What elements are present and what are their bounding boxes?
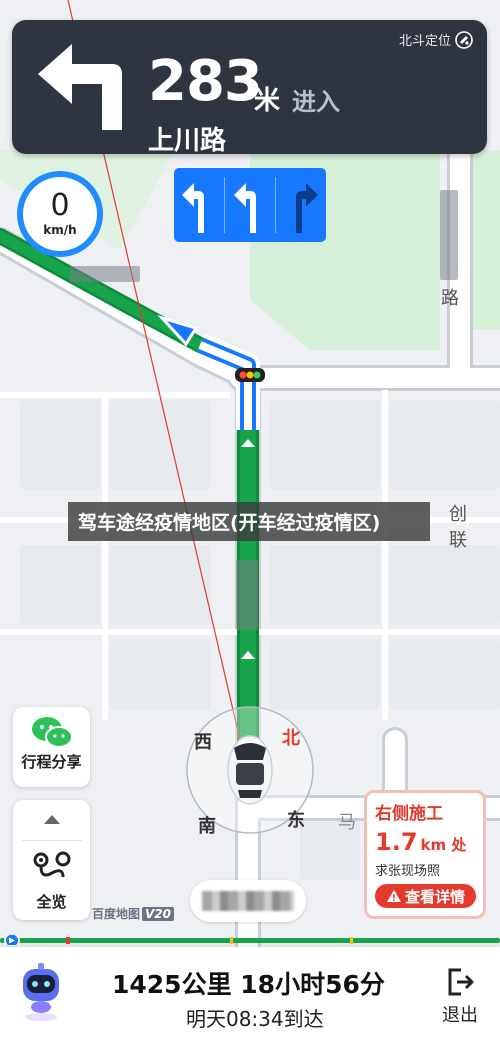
turn-left-icon (38, 44, 122, 130)
maneuver-distance: 283 (148, 49, 263, 114)
blurred-road-name (202, 891, 294, 911)
speed-value: 0 (50, 188, 70, 223)
navigation-banner: 283 米 进入 上川路 北斗定位 (12, 20, 487, 156)
divider (21, 840, 82, 841)
navigation-screen: 283 米 进入 上川路 北斗定位 0 km/h 路 创 联 马 驾车途经疫情地… (0, 0, 500, 1043)
trip-share-label: 行程分享 (21, 753, 82, 771)
trip-distance-time: 1425公里 18小时56分 (112, 970, 385, 999)
lane-divider (223, 177, 225, 233)
trip-summary-panel: 1425公里 18小时56分 明天08:34到达 退出 (0, 947, 500, 1043)
trip-share-button[interactable]: 行程分享 (13, 707, 90, 787)
view-details-button[interactable]: 查看详情 (375, 884, 476, 908)
lane-right-arrow-icon (295, 183, 318, 233)
current-road-pill (190, 880, 306, 922)
lane-guidance (174, 168, 326, 242)
maneuver-action: 进入 (292, 88, 340, 116)
overlay-caption: 驾车途经疫情地区(开车经过疫情区) (68, 502, 430, 541)
warning-subtitle: 求张现场照 (375, 864, 441, 879)
view-details-label: 查看详情 (404, 887, 465, 906)
beidou-label: 北斗定位 (398, 34, 451, 49)
lane-divider (275, 177, 277, 233)
satellite-icon (455, 30, 473, 49)
voice-assistant-icon[interactable] (18, 961, 64, 1023)
speed-unit: km/h (43, 223, 77, 237)
distance-unit: 米 (254, 86, 281, 116)
compass-south: 南 (198, 816, 216, 837)
road-label: 路 (441, 288, 459, 309)
warning-title: 右侧施工 (375, 804, 443, 824)
construction-warning-card[interactable]: 右侧施工 1.7 km 处 求张现场照 查看详情 (364, 790, 486, 919)
trip-eta: 明天08:34到达 (186, 1007, 324, 1031)
exit-label: 退出 (442, 1005, 478, 1026)
route-progress-bar (0, 935, 500, 945)
lane-left-2 (227, 175, 273, 235)
overview-panel: 全览 (13, 800, 90, 920)
road-label: 创 联 (449, 504, 471, 551)
lane-left-arrow-icon (233, 183, 256, 233)
lane-left-1 (175, 175, 221, 235)
speedometer: 0 km/h (17, 171, 103, 257)
chevron-up-icon[interactable] (42, 812, 62, 826)
beidou-status: 北斗定位 (399, 30, 473, 49)
compass-east: 东 (287, 810, 305, 831)
lane-left-arrow-icon (182, 183, 205, 233)
lane-right (279, 175, 325, 235)
compass-west: 西 (194, 732, 212, 753)
next-road-name: 上川路 (148, 126, 227, 156)
route-overview-icon[interactable] (32, 851, 72, 885)
overview-label[interactable]: 全览 (36, 891, 66, 912)
wechat-icon (31, 717, 73, 748)
exit-icon (448, 968, 474, 996)
compass-north: 北 (282, 728, 300, 749)
road-label: 马 (338, 812, 356, 833)
warning-distance: 1.7 km 处 (375, 828, 467, 856)
exit-navigation-button[interactable]: 退出 (438, 967, 482, 1027)
map-logo: 百度地图 V20 (92, 905, 175, 922)
warning-icon (386, 890, 401, 902)
